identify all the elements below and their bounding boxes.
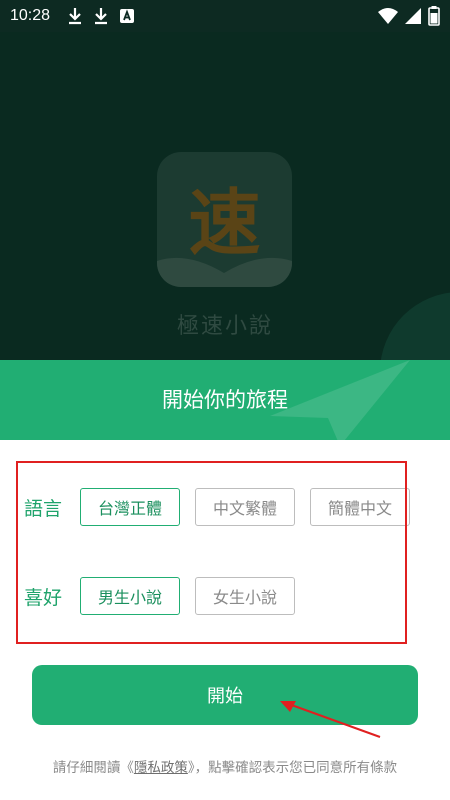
- download-icon: [95, 8, 108, 25]
- journey-title: 開始你的旅程: [162, 388, 288, 412]
- status-time: 10:28: [10, 7, 51, 24]
- annotation-arrow-icon: [280, 701, 381, 738]
- app-name: 極速小說: [176, 314, 273, 339]
- journey-header: 開始你的旅程: [0, 360, 450, 440]
- consent-prefix: 請仔細閱讀《: [52, 760, 134, 776]
- privacy-policy-link[interactable]: 隱私政策: [134, 760, 188, 776]
- annotation-highlight-box: [16, 461, 407, 644]
- splash-background: 速 極速小說: [0, 32, 450, 360]
- consent-suffix: 》，點擊確認表示您已同意所有條款: [187, 760, 398, 776]
- status-bar: 10:28: [0, 0, 450, 32]
- battery-icon: [428, 6, 440, 26]
- app-logo: 速: [157, 152, 292, 287]
- signal-icon: [405, 8, 421, 24]
- a-notification-icon: [120, 9, 135, 23]
- wifi-icon: [378, 8, 398, 24]
- consent-text: 請仔細閱讀《隱私政策》，點擊確認表示您已同意所有條款: [0, 756, 450, 776]
- download-icon: [69, 8, 82, 25]
- book-icon: [157, 257, 292, 287]
